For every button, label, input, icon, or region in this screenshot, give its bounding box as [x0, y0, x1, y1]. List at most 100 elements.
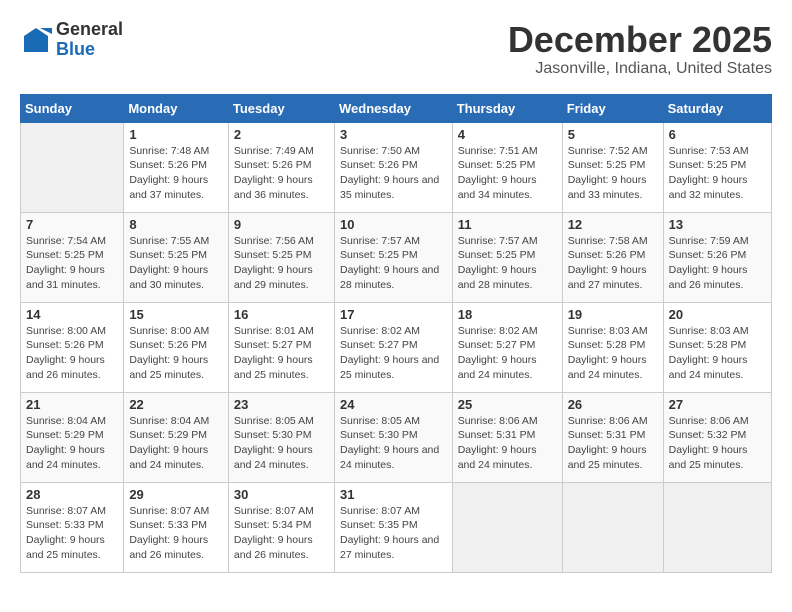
calendar-cell: 14 Sunrise: 8:00 AMSunset: 5:26 PMDaylig… — [21, 302, 124, 392]
calendar-cell: 17 Sunrise: 8:02 AMSunset: 5:27 PMDaylig… — [334, 302, 452, 392]
day-info: Sunrise: 8:02 AMSunset: 5:27 PMDaylight:… — [340, 324, 447, 383]
page-header: General Blue December 2025 Jasonville, I… — [20, 20, 772, 78]
calendar-cell — [452, 482, 562, 572]
day-number: 7 — [26, 217, 118, 232]
calendar-cell: 15 Sunrise: 8:00 AMSunset: 5:26 PMDaylig… — [124, 302, 229, 392]
day-number: 20 — [669, 307, 766, 322]
calendar-cell — [21, 122, 124, 212]
logo-icon — [20, 24, 52, 56]
day-info: Sunrise: 8:04 AMSunset: 5:29 PMDaylight:… — [26, 414, 118, 473]
title-area: December 2025 Jasonville, Indiana, Unite… — [508, 20, 772, 78]
day-number: 27 — [669, 397, 766, 412]
logo-blue-text: Blue — [56, 40, 123, 60]
calendar-cell: 8 Sunrise: 7:55 AMSunset: 5:25 PMDayligh… — [124, 212, 229, 302]
day-info: Sunrise: 8:07 AMSunset: 5:34 PMDaylight:… — [234, 504, 329, 563]
day-info: Sunrise: 8:03 AMSunset: 5:28 PMDaylight:… — [568, 324, 658, 383]
day-info: Sunrise: 7:59 AMSunset: 5:26 PMDaylight:… — [669, 234, 766, 293]
day-info: Sunrise: 7:55 AMSunset: 5:25 PMDaylight:… — [129, 234, 223, 293]
day-number: 9 — [234, 217, 329, 232]
calendar-week-row: 14 Sunrise: 8:00 AMSunset: 5:26 PMDaylig… — [21, 302, 772, 392]
calendar-week-row: 21 Sunrise: 8:04 AMSunset: 5:29 PMDaylig… — [21, 392, 772, 482]
calendar-cell: 25 Sunrise: 8:06 AMSunset: 5:31 PMDaylig… — [452, 392, 562, 482]
day-info: Sunrise: 8:07 AMSunset: 5:35 PMDaylight:… — [340, 504, 447, 563]
calendar-cell: 6 Sunrise: 7:53 AMSunset: 5:25 PMDayligh… — [663, 122, 771, 212]
day-number: 17 — [340, 307, 447, 322]
calendar-cell: 19 Sunrise: 8:03 AMSunset: 5:28 PMDaylig… — [562, 302, 663, 392]
day-number: 11 — [458, 217, 557, 232]
column-header-thursday: Thursday — [452, 94, 562, 122]
column-header-sunday: Sunday — [21, 94, 124, 122]
day-number: 30 — [234, 487, 329, 502]
day-info: Sunrise: 7:49 AMSunset: 5:26 PMDaylight:… — [234, 144, 329, 203]
day-info: Sunrise: 7:58 AMSunset: 5:26 PMDaylight:… — [568, 234, 658, 293]
day-number: 26 — [568, 397, 658, 412]
column-header-saturday: Saturday — [663, 94, 771, 122]
calendar-cell: 27 Sunrise: 8:06 AMSunset: 5:32 PMDaylig… — [663, 392, 771, 482]
day-info: Sunrise: 8:06 AMSunset: 5:31 PMDaylight:… — [458, 414, 557, 473]
day-info: Sunrise: 7:56 AMSunset: 5:25 PMDaylight:… — [234, 234, 329, 293]
calendar-cell: 31 Sunrise: 8:07 AMSunset: 5:35 PMDaylig… — [334, 482, 452, 572]
day-number: 25 — [458, 397, 557, 412]
calendar-cell: 30 Sunrise: 8:07 AMSunset: 5:34 PMDaylig… — [228, 482, 334, 572]
calendar-cell: 9 Sunrise: 7:56 AMSunset: 5:25 PMDayligh… — [228, 212, 334, 302]
calendar-cell: 11 Sunrise: 7:57 AMSunset: 5:25 PMDaylig… — [452, 212, 562, 302]
day-info: Sunrise: 8:03 AMSunset: 5:28 PMDaylight:… — [669, 324, 766, 383]
day-info: Sunrise: 8:05 AMSunset: 5:30 PMDaylight:… — [340, 414, 447, 473]
day-number: 24 — [340, 397, 447, 412]
calendar-cell: 5 Sunrise: 7:52 AMSunset: 5:25 PMDayligh… — [562, 122, 663, 212]
day-number: 10 — [340, 217, 447, 232]
day-number: 18 — [458, 307, 557, 322]
day-number: 31 — [340, 487, 447, 502]
calendar-cell: 24 Sunrise: 8:05 AMSunset: 5:30 PMDaylig… — [334, 392, 452, 482]
day-number: 5 — [568, 127, 658, 142]
day-number: 28 — [26, 487, 118, 502]
calendar-cell: 26 Sunrise: 8:06 AMSunset: 5:31 PMDaylig… — [562, 392, 663, 482]
day-info: Sunrise: 8:01 AMSunset: 5:27 PMDaylight:… — [234, 324, 329, 383]
day-info: Sunrise: 7:57 AMSunset: 5:25 PMDaylight:… — [340, 234, 447, 293]
location-text: Jasonville, Indiana, United States — [508, 60, 772, 78]
calendar-cell: 18 Sunrise: 8:02 AMSunset: 5:27 PMDaylig… — [452, 302, 562, 392]
calendar-cell: 4 Sunrise: 7:51 AMSunset: 5:25 PMDayligh… — [452, 122, 562, 212]
day-number: 13 — [669, 217, 766, 232]
day-number: 16 — [234, 307, 329, 322]
day-number: 29 — [129, 487, 223, 502]
day-info: Sunrise: 7:54 AMSunset: 5:25 PMDaylight:… — [26, 234, 118, 293]
calendar-week-row: 7 Sunrise: 7:54 AMSunset: 5:25 PMDayligh… — [21, 212, 772, 302]
day-info: Sunrise: 7:50 AMSunset: 5:26 PMDaylight:… — [340, 144, 447, 203]
column-header-tuesday: Tuesday — [228, 94, 334, 122]
day-number: 2 — [234, 127, 329, 142]
day-number: 21 — [26, 397, 118, 412]
calendar-cell: 28 Sunrise: 8:07 AMSunset: 5:33 PMDaylig… — [21, 482, 124, 572]
calendar-cell: 23 Sunrise: 8:05 AMSunset: 5:30 PMDaylig… — [228, 392, 334, 482]
day-info: Sunrise: 8:06 AMSunset: 5:31 PMDaylight:… — [568, 414, 658, 473]
calendar-cell: 21 Sunrise: 8:04 AMSunset: 5:29 PMDaylig… — [21, 392, 124, 482]
calendar-cell: 3 Sunrise: 7:50 AMSunset: 5:26 PMDayligh… — [334, 122, 452, 212]
day-info: Sunrise: 7:57 AMSunset: 5:25 PMDaylight:… — [458, 234, 557, 293]
column-header-wednesday: Wednesday — [334, 94, 452, 122]
day-info: Sunrise: 7:53 AMSunset: 5:25 PMDaylight:… — [669, 144, 766, 203]
day-number: 6 — [669, 127, 766, 142]
day-info: Sunrise: 8:06 AMSunset: 5:32 PMDaylight:… — [669, 414, 766, 473]
calendar-cell: 12 Sunrise: 7:58 AMSunset: 5:26 PMDaylig… — [562, 212, 663, 302]
day-info: Sunrise: 8:04 AMSunset: 5:29 PMDaylight:… — [129, 414, 223, 473]
logo: General Blue — [20, 20, 123, 60]
day-info: Sunrise: 8:07 AMSunset: 5:33 PMDaylight:… — [129, 504, 223, 563]
calendar-header-row: SundayMondayTuesdayWednesdayThursdayFrid… — [21, 94, 772, 122]
calendar-week-row: 1 Sunrise: 7:48 AMSunset: 5:26 PMDayligh… — [21, 122, 772, 212]
calendar-cell: 29 Sunrise: 8:07 AMSunset: 5:33 PMDaylig… — [124, 482, 229, 572]
calendar-table: SundayMondayTuesdayWednesdayThursdayFrid… — [20, 94, 772, 573]
day-info: Sunrise: 8:00 AMSunset: 5:26 PMDaylight:… — [129, 324, 223, 383]
calendar-cell — [562, 482, 663, 572]
column-header-friday: Friday — [562, 94, 663, 122]
day-number: 12 — [568, 217, 658, 232]
calendar-cell: 13 Sunrise: 7:59 AMSunset: 5:26 PMDaylig… — [663, 212, 771, 302]
day-number: 3 — [340, 127, 447, 142]
month-title: December 2025 — [508, 20, 772, 60]
calendar-cell: 10 Sunrise: 7:57 AMSunset: 5:25 PMDaylig… — [334, 212, 452, 302]
day-info: Sunrise: 8:05 AMSunset: 5:30 PMDaylight:… — [234, 414, 329, 473]
day-number: 4 — [458, 127, 557, 142]
day-number: 1 — [129, 127, 223, 142]
logo-general-text: General — [56, 20, 123, 40]
calendar-cell: 20 Sunrise: 8:03 AMSunset: 5:28 PMDaylig… — [663, 302, 771, 392]
day-info: Sunrise: 7:48 AMSunset: 5:26 PMDaylight:… — [129, 144, 223, 203]
